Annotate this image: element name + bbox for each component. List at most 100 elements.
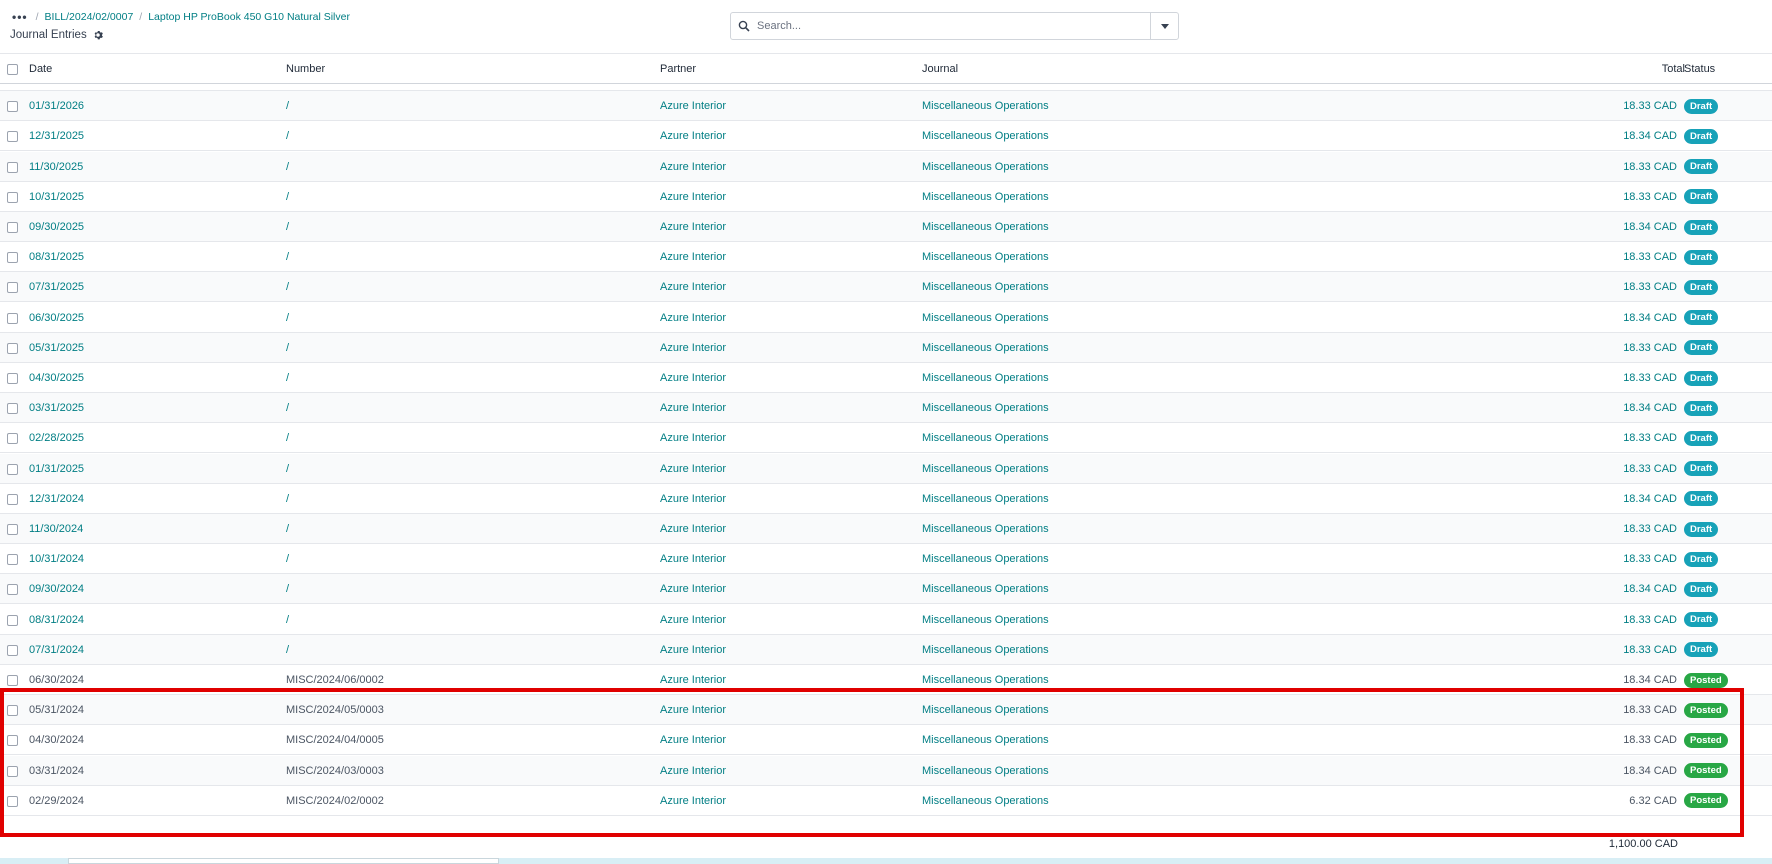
cell-partner[interactable]: Azure Interior	[660, 423, 726, 453]
row-checkbox[interactable]	[7, 161, 18, 173]
table-row[interactable]: 05/31/2024 MISC/2024/05/0003 Azure Interio…	[0, 695, 1772, 726]
cell-partner[interactable]: Azure Interior	[660, 574, 726, 604]
row-checkbox[interactable]	[7, 191, 18, 203]
cell-partner[interactable]: Azure Interior	[660, 635, 726, 665]
cell-partner[interactable]: Azure Interior	[660, 605, 726, 635]
cell-partner[interactable]: Azure Interior	[660, 272, 726, 302]
cell-partner[interactable]: Azure Interior	[660, 514, 726, 544]
table-row[interactable]: 04/30/2025 / Azure Interior Miscellaneous O…	[0, 363, 1772, 393]
cell-partner[interactable]: Azure Interior	[660, 182, 726, 212]
row-checkbox[interactable]	[7, 312, 18, 324]
cell-partner[interactable]: Azure Interior	[660, 484, 726, 514]
table-row[interactable]: 08/31/2024 / Azure Interior Miscellaneous O…	[0, 605, 1772, 635]
cell-partner[interactable]: Azure Interior	[660, 303, 726, 333]
cell-partner[interactable]: Azure Interior	[660, 544, 726, 574]
row-checkbox[interactable]	[7, 131, 18, 143]
row-checkbox[interactable]	[7, 554, 18, 566]
table-row[interactable]: 11/30/2025 / Azure Interior Miscellaneous O…	[0, 151, 1772, 182]
row-checkbox[interactable]	[7, 342, 18, 354]
cell-partner[interactable]: Azure Interior	[660, 242, 726, 272]
table-row[interactable]: 05/31/2025 / Azure Interior Miscellaneous O…	[0, 332, 1772, 363]
cell-journal[interactable]: Miscellaneous Operations	[922, 152, 1049, 182]
row-checkbox[interactable]	[7, 222, 18, 233]
cell-partner[interactable]: Azure Interior	[660, 152, 726, 182]
cell-journal[interactable]: Miscellaneous Operations	[922, 574, 1049, 604]
row-checkbox[interactable]	[7, 524, 18, 535]
table-row[interactable]: 12/31/2024 / Azure Interior Miscellaneous O…	[0, 484, 1772, 514]
row-checkbox[interactable]	[7, 403, 18, 415]
cell-partner[interactable]: Azure Interior	[660, 212, 726, 242]
cell-partner[interactable]: Azure Interior	[660, 756, 726, 786]
table-row[interactable]: 07/31/2024 / Azure Interior Miscellaneous O…	[0, 634, 1772, 665]
table-row[interactable]: 07/31/2025 / Azure Interior Miscellaneous O…	[0, 272, 1772, 303]
table-row[interactable]: 12/31/2025 / Azure Interior Miscellaneous O…	[0, 121, 1772, 152]
table-row[interactable]: 03/31/2024 MISC/2024/03/0003 Azure Interio…	[0, 755, 1772, 786]
row-checkbox[interactable]	[7, 795, 18, 807]
cell-partner[interactable]: Azure Interior	[660, 725, 726, 755]
breadcrumb-product-link[interactable]: Laptop HP ProBook 450 G10 Natural Silver	[148, 11, 350, 23]
row-checkbox[interactable]	[7, 705, 18, 717]
column-header-partner[interactable]: Partner	[660, 55, 696, 83]
cell-journal[interactable]: Miscellaneous Operations	[922, 665, 1049, 695]
cell-journal[interactable]: Miscellaneous Operations	[922, 484, 1049, 514]
cell-journal[interactable]: Miscellaneous Operations	[922, 454, 1049, 484]
cell-journal[interactable]: Miscellaneous Operations	[922, 695, 1049, 725]
row-checkbox[interactable]	[7, 463, 18, 475]
row-checkbox[interactable]	[7, 584, 18, 596]
gear-icon[interactable]	[93, 30, 103, 40]
row-checkbox[interactable]	[7, 282, 18, 294]
cell-partner[interactable]: Azure Interior	[660, 363, 726, 393]
row-checkbox[interactable]	[7, 252, 18, 264]
cell-partner[interactable]: Azure Interior	[660, 786, 726, 816]
row-checkbox[interactable]	[7, 433, 18, 445]
cell-partner[interactable]: Azure Interior	[660, 121, 726, 151]
breadcrumb-more-button[interactable]: •••	[12, 11, 28, 23]
horizontal-scrollbar[interactable]	[68, 858, 499, 864]
cell-journal[interactable]: Miscellaneous Operations	[922, 303, 1049, 333]
column-header-total[interactable]: Total	[1500, 55, 1685, 83]
row-checkbox[interactable]	[7, 493, 18, 505]
row-checkbox[interactable]	[7, 675, 18, 686]
cell-partner[interactable]: Azure Interior	[660, 695, 726, 725]
row-checkbox[interactable]	[7, 373, 18, 384]
table-row[interactable]: 10/31/2025 / Azure Interior Miscellaneous O…	[0, 182, 1772, 212]
cell-partner[interactable]: Azure Interior	[660, 393, 726, 423]
cell-journal[interactable]: Miscellaneous Operations	[922, 242, 1049, 272]
row-checkbox[interactable]	[7, 614, 18, 626]
table-row[interactable]: 09/30/2024 / Azure Interior Miscellaneous O…	[0, 574, 1772, 605]
cell-journal[interactable]: Miscellaneous Operations	[922, 212, 1049, 242]
table-row[interactable]: 03/31/2025 / Azure Interior Miscellaneous O…	[0, 393, 1772, 424]
cell-journal[interactable]: Miscellaneous Operations	[922, 393, 1049, 423]
table-row[interactable]: 11/30/2024 / Azure Interior Miscellaneous O…	[0, 514, 1772, 544]
cell-journal[interactable]: Miscellaneous Operations	[922, 182, 1049, 212]
cell-journal[interactable]: Miscellaneous Operations	[922, 756, 1049, 786]
row-checkbox[interactable]	[7, 101, 18, 113]
cell-journal[interactable]: Miscellaneous Operations	[922, 635, 1049, 665]
select-all-checkbox[interactable]	[7, 64, 18, 75]
cell-journal[interactable]: Miscellaneous Operations	[922, 605, 1049, 635]
cell-journal[interactable]: Miscellaneous Operations	[922, 786, 1049, 816]
cell-journal[interactable]: Miscellaneous Operations	[922, 514, 1049, 544]
table-row[interactable]: 09/30/2025 / Azure Interior Miscellaneous O…	[0, 212, 1772, 242]
column-header-date[interactable]: Date	[29, 55, 52, 83]
cell-partner[interactable]: Azure Interior	[660, 91, 726, 121]
cell-journal[interactable]: Miscellaneous Operations	[922, 333, 1049, 363]
search-input[interactable]	[757, 20, 1150, 32]
table-row[interactable]: 08/31/2025 / Azure Interior Miscellaneous O…	[0, 242, 1772, 273]
table-row[interactable]: 01/31/2026 / Azure Interior Miscellaneous O…	[0, 91, 1772, 122]
table-row[interactable]: 06/30/2025 / Azure Interior Miscellaneous O…	[0, 303, 1772, 333]
table-row[interactable]: 01/31/2025 / Azure Interior Miscellaneous O…	[0, 453, 1772, 484]
search-options-toggle[interactable]	[1150, 13, 1178, 39]
cell-journal[interactable]: Miscellaneous Operations	[922, 272, 1049, 302]
cell-journal[interactable]: Miscellaneous Operations	[922, 91, 1049, 121]
breadcrumb-bill-link[interactable]: BILL/2024/02/0007	[45, 11, 134, 23]
cell-partner[interactable]: Azure Interior	[660, 333, 726, 363]
table-row[interactable]: 02/28/2025 / Azure Interior Miscellaneous O…	[0, 423, 1772, 454]
cell-journal[interactable]: Miscellaneous Operations	[922, 423, 1049, 453]
cell-partner[interactable]: Azure Interior	[660, 665, 726, 695]
cell-journal[interactable]: Miscellaneous Operations	[922, 544, 1049, 574]
cell-journal[interactable]: Miscellaneous Operations	[922, 725, 1049, 755]
column-header-status[interactable]: Status	[1684, 55, 1715, 83]
table-row[interactable]: 10/31/2024 / Azure Interior Miscellaneous O…	[0, 544, 1772, 575]
cell-journal[interactable]: Miscellaneous Operations	[922, 363, 1049, 393]
